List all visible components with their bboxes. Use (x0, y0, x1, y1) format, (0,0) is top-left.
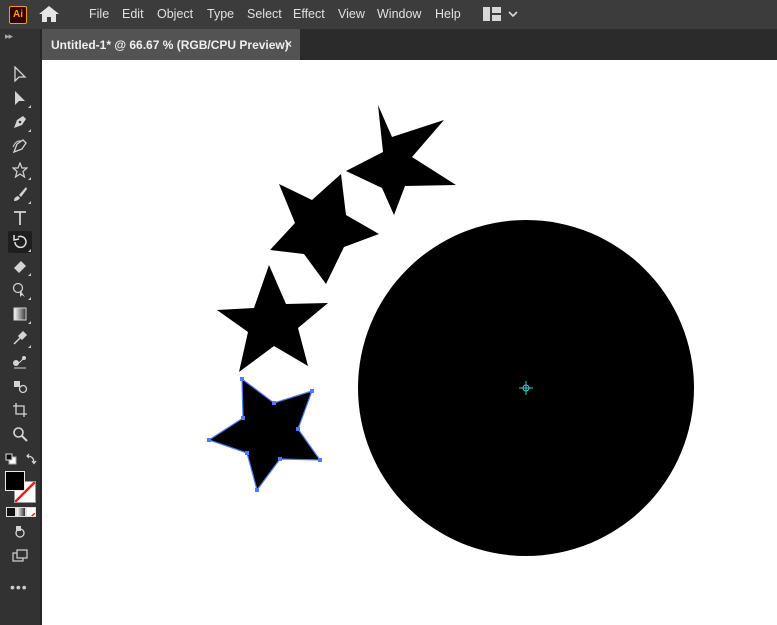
document-tab[interactable]: Untitled-1* @ 66.67 % (RGB/CPU Preview) … (42, 29, 300, 60)
menu-view[interactable]: View (338, 7, 365, 21)
gradient-tool-icon[interactable] (8, 303, 32, 325)
artboard-tool-icon[interactable] (8, 399, 32, 421)
menu-type[interactable]: Type (207, 7, 234, 21)
shape-builder-tool-icon[interactable] (8, 279, 32, 301)
home-icon[interactable] (38, 5, 60, 23)
menu-edit[interactable]: Edit (122, 7, 144, 21)
chevron-down-icon[interactable] (508, 7, 518, 24)
tools-panel: ▸▸ ••• (0, 29, 40, 625)
artboard-canvas[interactable] (42, 60, 777, 625)
menu-select[interactable]: Select (247, 7, 282, 21)
star-shape-top[interactable] (346, 105, 456, 215)
edit-toolbar-icon[interactable]: ••• (10, 579, 28, 595)
type-tool-icon[interactable] (8, 207, 32, 229)
blend-tool-icon[interactable] (8, 351, 32, 373)
zoom-tool-icon[interactable] (8, 423, 32, 445)
menu-object[interactable]: Object (157, 7, 193, 21)
screen-mode-icon[interactable] (8, 545, 32, 567)
curvature-tool-icon[interactable] (8, 135, 32, 157)
menu-bar: Ai File Edit Object Type Select Effect V… (0, 0, 777, 29)
selection-tool-icon[interactable] (8, 63, 32, 85)
eraser-tool-icon[interactable] (8, 255, 32, 277)
default-colors-icon[interactable] (5, 452, 17, 470)
close-icon[interactable]: × (285, 37, 292, 51)
symbol-sprayer-tool-icon[interactable] (8, 375, 32, 397)
star-tool-icon[interactable] (8, 159, 32, 181)
document-tab-title: Untitled-1* @ 66.67 % (RGB/CPU Preview) (51, 38, 289, 52)
app-logo: Ai (9, 6, 27, 24)
fill-swatch[interactable] (5, 471, 25, 491)
gradient-mode-icon[interactable] (16, 507, 26, 517)
menu-window[interactable]: Window (377, 7, 421, 21)
eyedropper-tool-icon[interactable] (8, 327, 32, 349)
menu-effect[interactable]: Effect (293, 7, 325, 21)
menu-help[interactable]: Help (435, 7, 461, 21)
panel-collapse-icon[interactable]: ▸▸ (5, 31, 13, 42)
workspace-switcher-icon[interactable] (483, 7, 501, 24)
direct-selection-tool-icon[interactable] (8, 87, 32, 109)
rotate-tool-icon[interactable] (8, 231, 32, 253)
menu-file[interactable]: File (89, 7, 109, 21)
star-shape-upper-middle[interactable] (270, 174, 379, 284)
none-mode-icon[interactable] (26, 507, 36, 517)
pen-tool-icon[interactable] (8, 111, 32, 133)
paintbrush-tool-icon[interactable] (8, 183, 32, 205)
swap-colors-icon[interactable] (25, 452, 37, 470)
document-tab-bar: Untitled-1* @ 66.67 % (RGB/CPU Preview) … (42, 29, 777, 60)
star-shape-lower-middle[interactable] (217, 265, 328, 372)
draw-mode-icon[interactable] (8, 521, 32, 543)
color-mode-icon[interactable] (6, 507, 16, 517)
